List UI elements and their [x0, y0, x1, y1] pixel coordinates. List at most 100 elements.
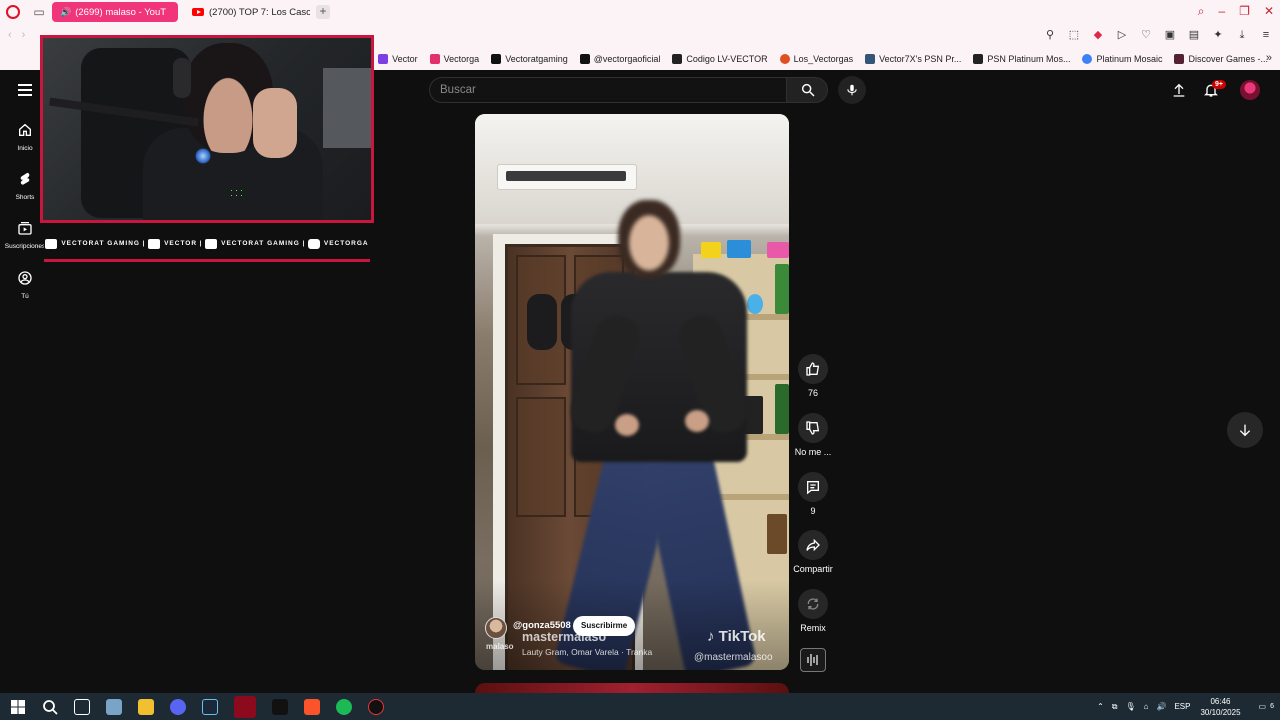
- code-icon: [672, 54, 683, 64]
- task-view-icon[interactable]: [74, 698, 90, 715]
- brave-icon[interactable]: [304, 698, 320, 715]
- tray-app-icon[interactable]: ⧉: [1112, 702, 1118, 712]
- watermark-sub: Lauty Gram, Omar Varela · Tranka: [522, 647, 653, 657]
- file-explorer-icon[interactable]: [138, 698, 154, 715]
- sidebar-item-subscriptions[interactable]: Suscripciones: [0, 220, 50, 250]
- upload-icon[interactable]: [1171, 81, 1187, 99]
- clock-date: 30/10/2025: [1200, 707, 1241, 717]
- subscribe-button[interactable]: Suscribirme: [573, 616, 636, 636]
- account-avatar[interactable]: [1240, 80, 1260, 100]
- x-icon: [491, 54, 502, 64]
- tab-top7[interactable]: (2700) TOP 7: Los Casos: [184, 2, 310, 22]
- snapshot-icon[interactable]: ⬚: [1068, 29, 1080, 41]
- mic-icon[interactable]: 🎙: [1126, 702, 1136, 711]
- windows-start-icon[interactable]: [10, 699, 26, 715]
- menu-icon[interactable]: ≡: [1260, 29, 1272, 41]
- bookmark-item[interactable]: @vectorgaoficial: [579, 54, 660, 64]
- volume-icon[interactable]: 🔊: [1157, 702, 1167, 711]
- app-icon[interactable]: [106, 698, 122, 715]
- channel-name[interactable]: @gonza5508: [513, 620, 571, 631]
- short-video-player[interactable]: mastermalaso Lauty Gram, Omar Varela · T…: [475, 114, 789, 670]
- sidebar-item-you[interactable]: Tú: [0, 270, 50, 300]
- social-youtube: VECTORAT GAMING: [45, 238, 140, 249]
- shelf-item: [747, 294, 763, 314]
- search-button[interactable]: [786, 77, 828, 103]
- reader-icon[interactable]: ▤: [1188, 29, 1200, 41]
- restore-button[interactable]: ❐: [1239, 4, 1250, 19]
- bookmark-item[interactable]: Vectoratgaming: [491, 54, 568, 64]
- bookmark-label: Discover Games -...: [1188, 54, 1268, 64]
- bookmark-item[interactable]: Platinum Mosaic: [1082, 54, 1162, 64]
- download-icon[interactable]: ⤓: [1236, 29, 1248, 41]
- bookmark-item[interactable]: Discover Games -...: [1174, 54, 1268, 64]
- voice-search-button[interactable]: [838, 76, 866, 104]
- play-icon[interactable]: ▷: [1116, 29, 1128, 41]
- bookmark-item[interactable]: Los_Vectorgas: [779, 54, 853, 64]
- bookmark-item[interactable]: PSN Platinum Mos...: [973, 54, 1070, 64]
- pin-icon[interactable]: ⚲: [1044, 29, 1056, 41]
- network-icon[interactable]: ⌂: [1144, 702, 1149, 711]
- window-controls: ⌕ – ❐ ✕: [1198, 4, 1274, 19]
- like-button[interactable]: 76: [790, 354, 836, 398]
- bookmark-label: Vectoratgaming: [505, 54, 568, 64]
- pocket-icon[interactable]: ◆: [1092, 29, 1104, 41]
- opera-logo-icon[interactable]: [6, 5, 20, 19]
- sound-thumbnail[interactable]: [800, 648, 826, 672]
- like-count: 76: [807, 388, 818, 398]
- tray-overflow-icon[interactable]: ⌃: [1097, 702, 1104, 711]
- next-short-button[interactable]: [1227, 412, 1263, 448]
- bookmark-item[interactable]: Codigo LV-VECTOR: [672, 54, 768, 64]
- notification-center-icon[interactable]: ▭: [1259, 702, 1267, 711]
- windows-taskbar: ⌃ ⧉ 🎙 ⌂ 🔊 ESP 06:46 30/10/2025 ▭ 6: [0, 693, 1280, 720]
- minimize-button[interactable]: –: [1218, 4, 1225, 19]
- comments-button[interactable]: 9: [790, 472, 836, 516]
- channel-avatar[interactable]: [485, 617, 507, 639]
- games-icon: [1174, 54, 1185, 64]
- video-frame-ac-unit: [497, 164, 637, 190]
- home-icon: [19, 123, 31, 136]
- search-input[interactable]: Buscar: [429, 77, 787, 103]
- psn-icon: [865, 54, 876, 64]
- twitch-icon: [378, 54, 389, 64]
- close-window-button[interactable]: ✕: [1264, 4, 1274, 19]
- language-indicator[interactable]: ESP: [1174, 702, 1190, 711]
- bookmark-item[interactable]: Vectorga: [429, 54, 479, 64]
- youtube-favicon-icon: [192, 8, 204, 16]
- sound-wave-icon: [807, 654, 818, 666]
- spotify-icon[interactable]: [336, 698, 352, 715]
- bookmark-label: PSN Platinum Mos...: [987, 54, 1071, 64]
- clock[interactable]: 06:46 30/10/2025: [1200, 696, 1240, 718]
- obs-icon[interactable]: [368, 698, 384, 715]
- search-icon[interactable]: [42, 699, 58, 715]
- share-icon: [806, 538, 820, 552]
- easy-files-icon[interactable]: ▣: [1164, 29, 1176, 41]
- share-button[interactable]: Compartir: [790, 530, 836, 574]
- remix-button[interactable]: Remix: [790, 589, 836, 633]
- dislike-button[interactable]: No me ...: [790, 413, 836, 457]
- tiktok-handle: @mastermalasoo: [694, 652, 773, 663]
- menu-icon[interactable]: [18, 84, 32, 96]
- twitter-icon: [205, 238, 218, 249]
- arrow-down-icon: [1239, 424, 1251, 437]
- tab-title: (2699) malaso - YouT: [75, 6, 167, 18]
- headset-icon: [173, 58, 191, 98]
- heart-icon[interactable]: ♡: [1140, 29, 1152, 41]
- extensions-icon[interactable]: ✦: [1212, 29, 1224, 41]
- opera-gx-icon[interactable]: [234, 695, 256, 718]
- nav-arrows[interactable]: ‹›: [8, 29, 35, 41]
- app-icon[interactable]: [272, 698, 288, 715]
- search-tabs-icon[interactable]: ⌕: [1198, 4, 1205, 19]
- system-tray: ⌃ ⧉ 🎙 ⌂ 🔊 ESP 06:46 30/10/2025 ▭ 6: [1089, 693, 1280, 720]
- bookmark-item[interactable]: Vector7X's PSN Pr...: [865, 54, 961, 64]
- tab-malaso[interactable]: 🔊 (2699) malaso - YouT: [52, 2, 178, 22]
- speaker-icon[interactable]: 🔊: [60, 7, 71, 18]
- new-tab-button[interactable]: +: [316, 5, 330, 19]
- sidebar-item-label: Tú: [21, 293, 29, 300]
- discord-icon[interactable]: [170, 698, 186, 715]
- shelf-item: [701, 242, 721, 258]
- sidebar-item-label: Suscripciones: [4, 243, 46, 250]
- bookmark-item[interactable]: Vector: [378, 54, 418, 64]
- steam-icon[interactable]: [202, 698, 218, 715]
- tab-manager-icon[interactable]: ▭: [32, 5, 46, 19]
- bookmarks-more-icon[interactable]: »: [1266, 52, 1272, 64]
